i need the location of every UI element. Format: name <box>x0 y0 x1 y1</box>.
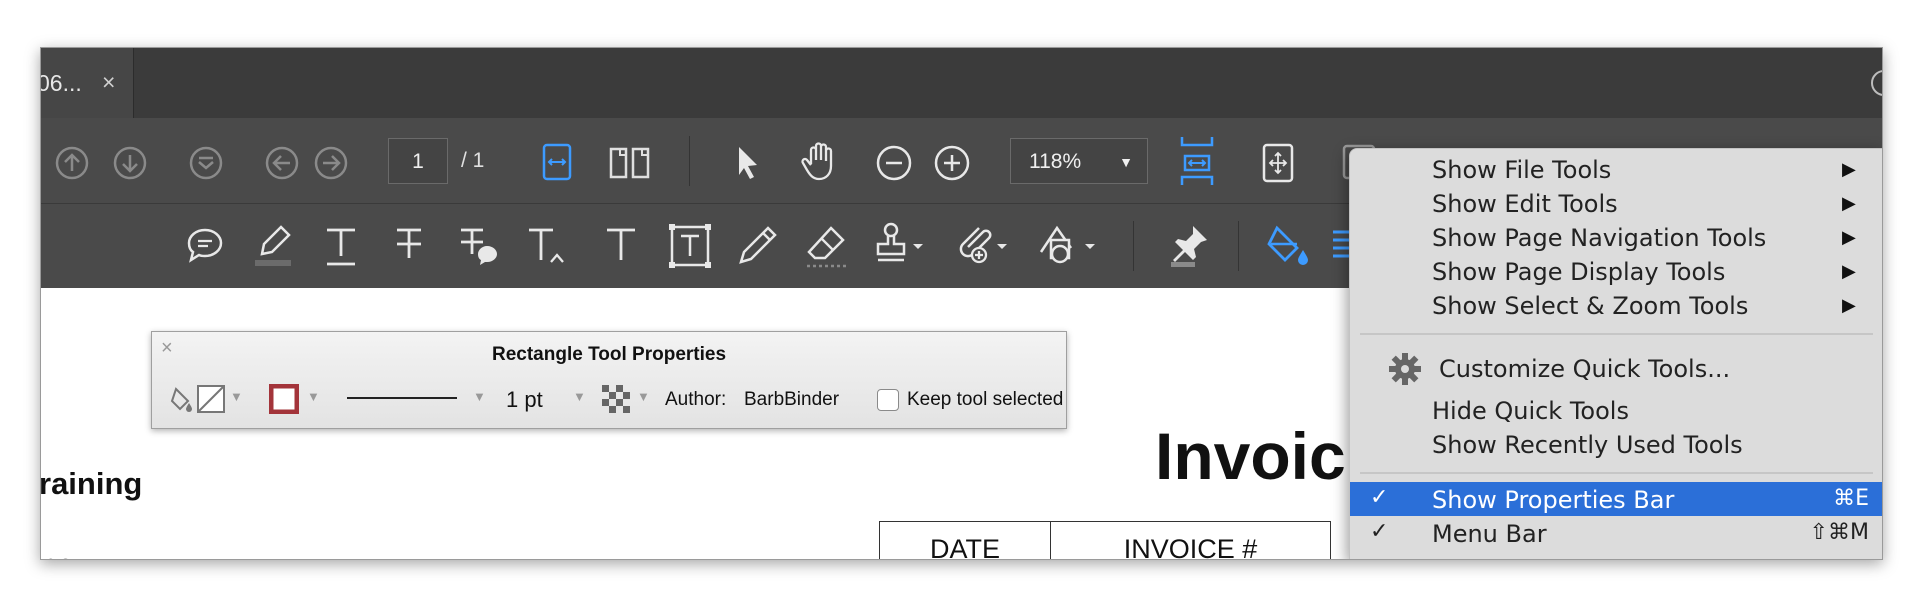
previous-page-icon[interactable] <box>54 145 90 181</box>
chevron-down-icon[interactable]: ▼ <box>307 389 320 404</box>
rectangle-tool-properties-bar[interactable]: × Rectangle Tool Properties ▼ ▼ ▼ 1 pt ▼… <box>151 331 1067 429</box>
menu-item-label: Show Edit Tools <box>1432 190 1618 218</box>
document-text-training: raining <box>40 466 143 501</box>
next-view-icon[interactable] <box>313 145 349 181</box>
pin-icon[interactable] <box>1167 222 1211 270</box>
page-number-input[interactable]: 1 <box>388 138 448 184</box>
zoom-in-icon[interactable] <box>932 143 972 183</box>
menu-separator <box>1360 472 1873 474</box>
quick-tools-context-menu: Show File Tools ▶ Show Edit Tools ▶ Show P… <box>1349 148 1882 559</box>
insert-text-icon[interactable] <box>525 224 571 270</box>
author-label: Author: <box>665 389 727 410</box>
fill-color-icon[interactable] <box>1265 222 1313 270</box>
chevron-down-icon[interactable]: ▼ <box>637 389 650 404</box>
select-tool-icon[interactable] <box>731 143 765 183</box>
fill-color-none-icon[interactable] <box>196 384 226 414</box>
fit-width-icon[interactable] <box>540 143 576 183</box>
drawing-tools-icon[interactable] <box>1035 220 1101 270</box>
underline-text-icon[interactable] <box>321 224 361 270</box>
menu-item-label: Hide Quick Tools <box>1432 397 1629 425</box>
properties-title: Rectangle Tool Properties <box>491 344 727 365</box>
eraser-icon[interactable] <box>803 222 851 270</box>
pencil-icon[interactable] <box>735 222 781 270</box>
tab-title: 06... <box>40 70 82 96</box>
chevron-down-icon[interactable]: ▼ <box>473 389 486 404</box>
menu-item-label: Show Select & Zoom Tools <box>1432 292 1749 320</box>
table-header-date: DATE <box>880 522 1051 559</box>
highlight-text-icon[interactable] <box>251 222 295 270</box>
menu-separator <box>1360 333 1873 335</box>
stroke-color-icon[interactable] <box>269 384 299 414</box>
submenu-arrow-icon: ▶ <box>1842 227 1856 248</box>
submenu-arrow-icon: ▶ <box>1842 193 1856 214</box>
menu-item-show-edit-tools[interactable]: Show Edit Tools ▶ <box>1350 186 1882 220</box>
hand-tool-icon[interactable] <box>799 140 843 184</box>
invoice-header-table: DATE INVOICE # <box>879 521 1331 560</box>
strikethrough-text-icon[interactable] <box>389 224 429 268</box>
full-screen-icon[interactable] <box>1259 142 1299 184</box>
text-box-icon[interactable] <box>667 222 713 270</box>
keep-tool-selected-label: Keep tool selected <box>907 389 1064 410</box>
menu-item-show-recently-used-tools[interactable]: Show Recently Used Tools <box>1350 427 1882 461</box>
menu-item-customize-quick-tools[interactable]: Customize Quick Tools... <box>1350 351 1882 385</box>
checkmark-icon: ✓ <box>1370 485 1389 510</box>
submenu-arrow-icon: ▶ <box>1842 261 1856 282</box>
menu-item-hide-quick-tools[interactable]: Hide Quick Tools <box>1350 393 1882 427</box>
properties-icon[interactable] <box>1331 228 1351 264</box>
document-tab[interactable]: 06... × <box>41 48 134 118</box>
properties-row: ▼ ▼ ▼ 1 pt ▼ ▼ Author: BarbBinder Keep t… <box>152 375 1066 425</box>
menu-item-label: Customize Quick Tools... <box>1439 355 1731 383</box>
menu-item-shortcut: ⌘E <box>1833 486 1869 511</box>
line-style-icon[interactable] <box>347 395 457 401</box>
menu-item-show-properties-bar[interactable]: ✓ Show Properties Bar ⌘E <box>1350 482 1882 516</box>
scroll-mode-icon[interactable] <box>188 145 224 181</box>
next-page-icon[interactable] <box>112 145 148 181</box>
menu-item-label: Menu Bar <box>1432 520 1547 548</box>
keep-tool-selected-checkbox[interactable] <box>877 389 899 411</box>
sticky-note-icon[interactable] <box>183 224 227 268</box>
two-page-view-icon[interactable] <box>608 146 654 180</box>
chevron-down-icon[interactable]: ▼ <box>573 389 586 404</box>
menu-item-menu-bar[interactable]: ✓ Menu Bar ⇧⌘M <box>1350 516 1882 550</box>
submenu-arrow-icon: ▶ <box>1842 295 1856 316</box>
menu-item-show-page-navigation-tools[interactable]: Show Page Navigation Tools ▶ <box>1350 220 1882 254</box>
tab-close-button[interactable]: × <box>102 69 115 96</box>
menu-item-label: Show Recently Used Tools <box>1432 431 1743 459</box>
author-value: BarbBinder <box>744 389 840 410</box>
add-text-icon[interactable] <box>601 224 641 268</box>
chevron-down-icon: ▼ <box>1119 154 1133 170</box>
document-text-line: ng <box>41 547 77 559</box>
submenu-arrow-icon: ▶ <box>1842 159 1856 180</box>
stamp-icon[interactable] <box>873 220 931 270</box>
zoom-value: 118% <box>1029 150 1082 173</box>
table-header-invoice-number: INVOICE # <box>1123 534 1258 560</box>
fit-page-icon[interactable] <box>1177 134 1217 188</box>
menu-item-show-file-tools[interactable]: Show File Tools ▶ <box>1350 152 1882 186</box>
menu-item-label: Show Page Display Tools <box>1432 258 1726 286</box>
opacity-icon[interactable] <box>602 385 630 413</box>
attach-file-icon[interactable] <box>953 220 1013 270</box>
menu-item-label: Show File Tools <box>1432 156 1612 184</box>
gear-icon <box>1389 353 1421 385</box>
replace-text-icon[interactable] <box>455 224 501 268</box>
zoom-out-icon[interactable] <box>874 143 914 183</box>
menu-item-label: Show Properties Bar <box>1432 486 1675 514</box>
tab-bar: 06... × <box>41 48 1882 119</box>
line-width-value[interactable]: 1 pt <box>506 387 543 413</box>
menu-item-show-page-display-tools[interactable]: Show Page Display Tools ▶ <box>1350 254 1882 288</box>
acrobat-window: 06... × 1 / 1 118% ▼ raining Invoic DATE… <box>40 47 1883 560</box>
menu-item-show-select-zoom-tools[interactable]: Show Select & Zoom Tools ▶ <box>1350 288 1882 322</box>
menu-item-label: Show Page Navigation Tools <box>1432 224 1767 252</box>
previous-view-icon[interactable] <box>264 145 300 181</box>
checkmark-icon: ✓ <box>1370 519 1389 544</box>
page-total: / 1 <box>461 149 485 172</box>
menu-item-shortcut: ⇧⌘M <box>1809 520 1869 545</box>
fill-bucket-icon[interactable] <box>168 385 194 415</box>
zoom-level-select[interactable]: 118% ▼ <box>1010 138 1148 184</box>
help-icon[interactable] <box>1869 68 1883 98</box>
invoice-title: Invoic <box>1155 419 1346 493</box>
chevron-down-icon[interactable]: ▼ <box>230 389 243 404</box>
